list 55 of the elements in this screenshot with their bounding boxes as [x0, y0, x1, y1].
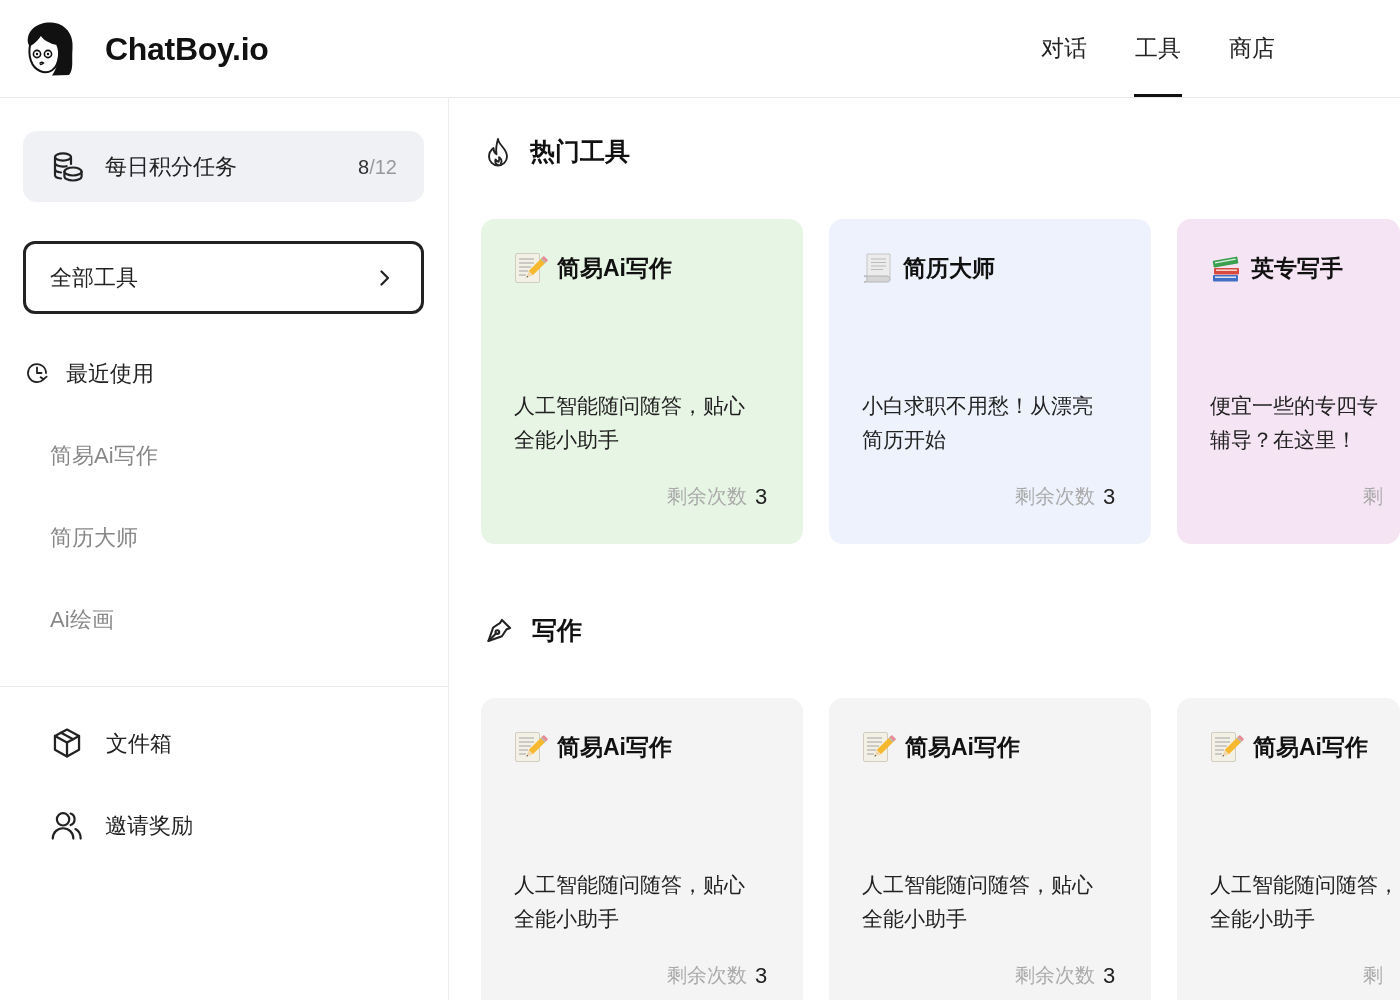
chevron-right-icon — [379, 268, 391, 287]
recent-item[interactable]: Ai绘画 — [23, 578, 424, 660]
sidebar-link[interactable]: 文件箱 — [50, 702, 172, 784]
remaining-count: 3 — [755, 961, 768, 990]
recent-item[interactable]: 简易Ai写作 — [23, 414, 424, 496]
card-description: 人工智能随问随答， 全能小助手 — [1210, 872, 1399, 932]
card-description: 小白求职不用愁！从漂亮 简历开始 — [862, 393, 1093, 453]
remaining-count: 3 — [1103, 961, 1116, 990]
card-description: 人工智能随问随答，贴心 全能小助手 — [514, 872, 745, 932]
pen-nib-icon — [485, 617, 513, 645]
tool-card[interactable]: 简易Ai写作 人工智能随问随答，贴心 全能小助手 剩余次数 3 — [481, 698, 803, 1000]
task-progress-done: 8 — [358, 154, 370, 180]
coins-icon — [52, 150, 84, 183]
card-description: 人工智能随问随答，贴心 全能小助手 — [514, 393, 745, 453]
notepad-pencil-icon — [862, 731, 896, 763]
card-title: 英专写手 — [1251, 253, 1343, 283]
card-title: 简易Ai写作 — [557, 253, 672, 283]
notepad-pencil-icon — [1210, 731, 1244, 763]
recent-heading: 最近使用 — [66, 359, 154, 388]
card-title: 简易Ai写作 — [905, 732, 1020, 762]
scroll-page-icon — [862, 252, 894, 284]
task-progress-total: /12 — [369, 154, 397, 180]
nav-tab[interactable]: 商店 — [1228, 0, 1276, 97]
remaining-label: 剩余次数 — [667, 484, 747, 509]
nav-tab[interactable]: 对话 — [1040, 0, 1088, 97]
card-title: 简历大师 — [903, 253, 995, 283]
clock-icon — [25, 361, 49, 385]
remaining-label: 剩 — [1363, 963, 1383, 988]
remaining-label: 剩余次数 — [667, 963, 747, 988]
tool-card[interactable]: 简易Ai写作 人工智能随问随答，贴心 全能小助手 剩余次数 3 — [481, 219, 803, 544]
flame-icon — [485, 137, 511, 167]
remaining-label: 剩 — [1363, 484, 1383, 509]
notepad-pencil-icon — [514, 731, 548, 763]
tool-card[interactable]: 简历大师 小白求职不用愁！从漂亮 简历开始 剩余次数 3 — [829, 219, 1151, 544]
remaining-label: 剩余次数 — [1015, 963, 1095, 988]
all-tools-button[interactable]: 全部工具 — [23, 241, 424, 314]
card-title: 简易Ai写作 — [557, 732, 672, 762]
card-title: 简易Ai写作 — [1253, 732, 1368, 762]
tool-card[interactable]: 简易Ai写作 人工智能随问随答， 全能小助手 剩 — [1177, 698, 1400, 1000]
card-description: 便宜一些的专四专 辅导？在这里！ — [1210, 393, 1378, 453]
recent-item[interactable]: 简历大师 — [23, 496, 424, 578]
task-label: 每日积分任务 — [105, 153, 237, 181]
remaining-count: 3 — [755, 482, 768, 511]
tool-card[interactable]: 英专写手 便宜一些的专四专 辅导？在这里！ 剩 — [1177, 219, 1400, 544]
section-title: 写作 — [532, 615, 582, 647]
tool-card[interactable]: 简易Ai写作 人工智能随问随答，贴心 全能小助手 剩余次数 3 — [829, 698, 1151, 1000]
nav-tab[interactable]: 工具 — [1134, 0, 1182, 97]
daily-task-card[interactable]: 每日积分任务 8/12 — [23, 131, 424, 202]
section-title: 热门工具 — [530, 136, 630, 168]
notepad-pencil-icon — [514, 252, 548, 284]
brand-name: ChatBoy.io — [105, 29, 269, 69]
remaining-label: 剩余次数 — [1015, 484, 1095, 509]
remaining-count: 3 — [1103, 482, 1116, 511]
sidebar-link[interactable]: 邀请奖励 — [50, 784, 193, 866]
card-description: 人工智能随问随答，贴心 全能小助手 — [862, 872, 1093, 932]
